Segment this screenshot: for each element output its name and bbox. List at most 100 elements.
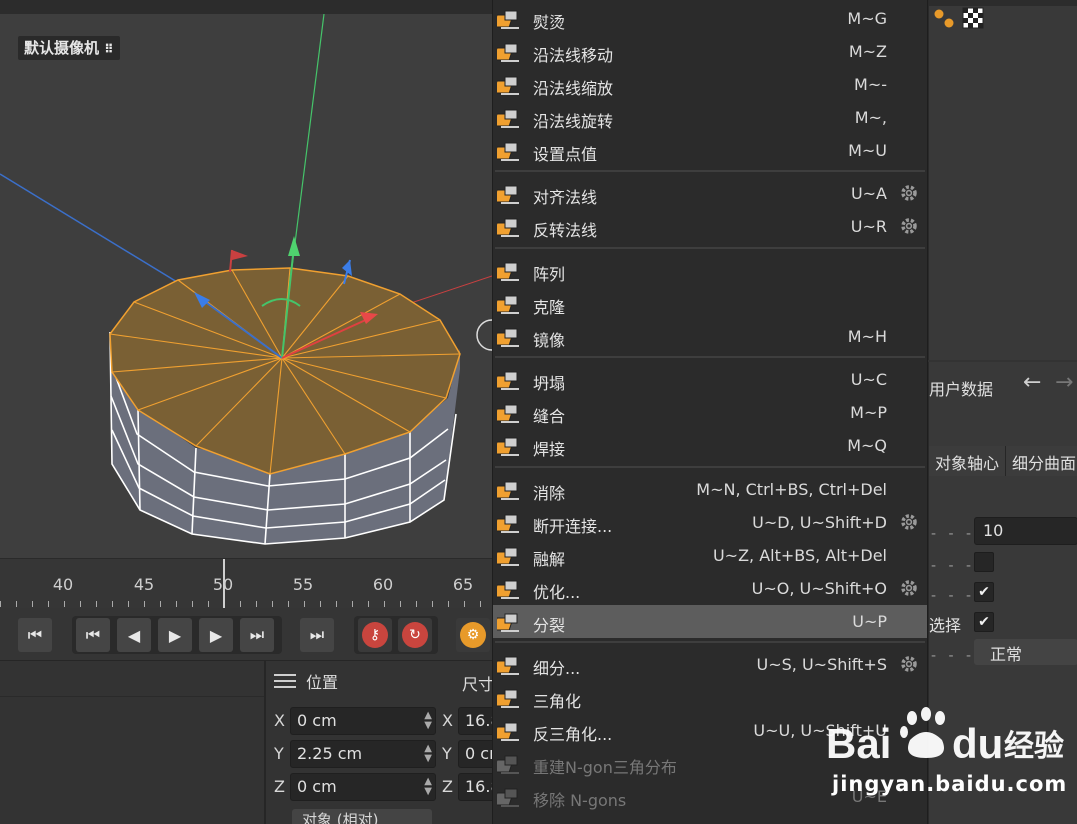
- viewport-scene: [0, 14, 492, 545]
- skip-end-icon: ⏭: [309, 625, 325, 644]
- menu-item-shortcut: U~A: [850, 184, 887, 203]
- spinner-icon[interactable]: ▲ ▼: [424, 777, 432, 797]
- checkbox-select[interactable]: ✔: [974, 612, 994, 632]
- viewport[interactable]: 默认摄像机 ⠿: [0, 0, 492, 558]
- tick-label: 65: [452, 575, 474, 594]
- position-label: 位置: [306, 673, 339, 692]
- next-frame-button[interactable]: ▶: [199, 618, 233, 652]
- checkbox-1[interactable]: [974, 552, 994, 572]
- key-settings-button[interactable]: ⚙: [456, 618, 490, 652]
- menu-item[interactable]: 反转法线 U~R: [492, 210, 927, 243]
- prev-key-button[interactable]: ⏮: [76, 618, 110, 652]
- axis-label: Y: [274, 744, 284, 763]
- gear-icon[interactable]: [899, 183, 919, 203]
- menu-item[interactable]: 坍塌 U~C: [492, 363, 927, 396]
- split-icon: [492, 609, 523, 635]
- checkbox-2[interactable]: ✔: [974, 582, 994, 602]
- collapse-icon: [492, 367, 523, 393]
- go-to-end-button[interactable]: ⏭: [300, 618, 334, 652]
- menu-item[interactable]: 阵列: [492, 254, 927, 287]
- menu-item-label: 优化...: [533, 583, 581, 602]
- retriangulate-ngons-icon: [492, 751, 523, 777]
- menu-item[interactable]: 断开连接... U~D, U~Shift+D: [492, 506, 927, 539]
- spinner-icon[interactable]: ▲ ▼: [424, 744, 432, 764]
- menu-item[interactable]: 熨烫 M~G: [492, 2, 927, 35]
- timeline-ruler[interactable]: 40 45 50 55 60 65: [0, 558, 492, 609]
- menu-item[interactable]: 细分... U~S, U~Shift+S: [492, 648, 927, 681]
- key-icon: ⚷: [362, 622, 388, 648]
- coordinates-panel: 位置 尺寸 X 0 cm▲▼ X 16.8 Y 2.25 cm▲▼ Y 0 cm…: [264, 660, 498, 824]
- auto-key-button[interactable]: ↻: [398, 618, 432, 652]
- menu-separator: [495, 170, 925, 172]
- position-z-field[interactable]: 0 cm ▲ ▼: [290, 773, 436, 801]
- menu-item-shortcut: M~P: [850, 403, 887, 422]
- menu-item-label: 重建N-gon三角分布: [533, 758, 677, 777]
- next-key-button[interactable]: ⏭: [240, 618, 274, 652]
- tick-label: 40: [52, 575, 74, 594]
- material-panel: [0, 660, 264, 824]
- menu-item[interactable]: 融解 U~Z, Alt+BS, Alt+Del: [492, 539, 927, 572]
- gear-icon[interactable]: [899, 216, 919, 236]
- baidu-watermark: Bai du 经验 jingyan.baidu.com: [820, 700, 1070, 810]
- subdivision-number-field[interactable]: 10: [974, 517, 1077, 545]
- menu-item-label: 坍塌: [533, 374, 566, 393]
- menu-item[interactable]: 缝合 M~P: [492, 396, 927, 429]
- forward-arrow-icon[interactable]: →: [1055, 370, 1073, 395]
- menu-item[interactable]: 消除 M~N, Ctrl+BS, Ctrl+Del: [492, 473, 927, 506]
- spinner-icon[interactable]: ▲ ▼: [424, 711, 432, 731]
- menu-item-label: 焊接: [533, 440, 566, 459]
- back-arrow-icon[interactable]: ←: [1023, 370, 1041, 395]
- play-icon: ▶: [168, 625, 182, 645]
- menu-item-shortcut: M~N, Ctrl+BS, Ctrl+Del: [696, 480, 887, 499]
- menu-item[interactable]: 沿法线移动 M~Z: [492, 35, 927, 68]
- menu-item-shortcut: U~R: [850, 217, 887, 236]
- normal-rotate-icon: [492, 105, 523, 131]
- stitch-icon: [492, 400, 523, 426]
- menu-item[interactable]: 分裂 U~P: [492, 605, 927, 638]
- play-button[interactable]: ▶: [158, 618, 192, 652]
- gear-icon[interactable]: [899, 578, 919, 598]
- mirror-icon: [492, 324, 523, 350]
- user-data-menu[interactable]: 用户数据: [929, 376, 993, 400]
- tab-object-axis[interactable]: 对象轴心: [929, 446, 1007, 476]
- mode-dropdown[interactable]: 正常: [974, 639, 1077, 665]
- menu-item-shortcut: U~C: [850, 370, 887, 389]
- gear-icon[interactable]: [899, 654, 919, 674]
- align-normals-icon: [492, 181, 523, 207]
- menu-item[interactable]: 焊接 M~Q: [492, 429, 927, 462]
- go-to-start-button[interactable]: ⏮: [18, 618, 52, 652]
- auto-key-icon: ↻: [402, 622, 428, 648]
- menu-item[interactable]: 沿法线缩放 M~-: [492, 68, 927, 101]
- menu-item-shortcut: M~H: [847, 327, 887, 346]
- menu-item-label: 沿法线旋转: [533, 112, 614, 131]
- menu-item-label: 消除: [533, 484, 566, 503]
- menu-item[interactable]: 对齐法线 U~A: [492, 177, 927, 210]
- gear-icon[interactable]: [899, 512, 919, 532]
- menu-item[interactable]: 镜像 M~H: [492, 320, 927, 353]
- menu-item-label: 对齐法线: [533, 188, 598, 207]
- menu-item-label: 缝合: [533, 407, 566, 426]
- menu-item[interactable]: 优化... U~O, U~Shift+O: [492, 572, 927, 605]
- checker-tag-icon[interactable]: [962, 7, 984, 29]
- array-icon: [492, 258, 523, 284]
- record-key-button[interactable]: ⚷: [358, 618, 392, 652]
- playhead[interactable]: [223, 559, 225, 609]
- gear-icon: ⚙: [460, 622, 486, 648]
- menu-item-shortcut: M~G: [847, 9, 887, 28]
- menu-item-shortcut: M~Z: [848, 42, 887, 61]
- optimize-icon: [492, 576, 523, 602]
- position-x-field[interactable]: 0 cm ▲ ▼: [290, 707, 436, 735]
- menu-item[interactable]: 设置点值 M~U: [492, 134, 927, 167]
- object-tags[interactable]: [931, 6, 991, 32]
- divider-dashes: - - -: [931, 648, 976, 664]
- position-y-field[interactable]: 2.25 cm ▲ ▼: [290, 740, 436, 768]
- camera-label[interactable]: 默认摄像机 ⠿: [18, 36, 120, 60]
- prev-frame-button[interactable]: ◀: [117, 618, 151, 652]
- menu-icon[interactable]: [274, 674, 296, 688]
- menu-item[interactable]: 克隆: [492, 287, 927, 320]
- coordinate-mode-select[interactable]: 对象 (相对): [292, 809, 432, 824]
- tab-subdivision-surface[interactable]: 细分曲面: [1006, 446, 1077, 476]
- disconnect-icon: [492, 510, 523, 536]
- axis-label: Z: [442, 777, 453, 796]
- menu-item[interactable]: 沿法线旋转 M~,: [492, 101, 927, 134]
